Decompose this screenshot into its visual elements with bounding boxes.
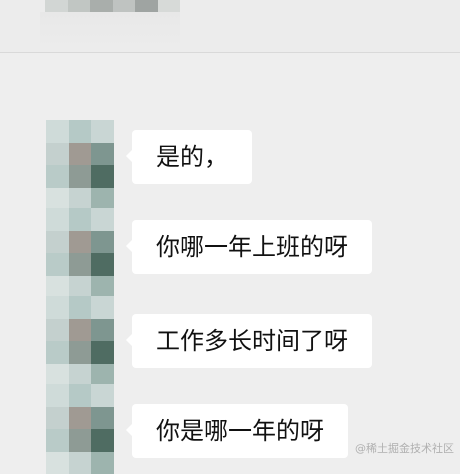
avatar-pixel	[69, 384, 92, 407]
avatar-pixel	[69, 120, 92, 143]
avatar-pixel	[91, 364, 114, 387]
avatar[interactable]	[46, 296, 114, 386]
avatar-pixel	[91, 429, 114, 452]
avatar-pixel	[46, 407, 69, 430]
message-text: 工作多长时间了呀	[156, 327, 348, 355]
avatar-pixel	[91, 296, 114, 319]
avatar-pixel	[46, 231, 69, 254]
avatar-pixel	[91, 276, 114, 299]
avatar-pixel	[69, 429, 92, 452]
avatar-pixel	[91, 188, 114, 211]
message-text: 你是哪一年的呀	[156, 417, 324, 445]
avatar-pixel	[46, 364, 69, 387]
message-text: 是的，	[156, 143, 228, 171]
avatar-pixel	[69, 253, 92, 276]
avatar-pixel	[69, 341, 92, 364]
avatar[interactable]	[46, 120, 114, 210]
avatar-pixel	[91, 452, 114, 474]
avatar-pixel	[46, 253, 69, 276]
avatar-pixel	[69, 407, 92, 430]
avatar-pixel	[46, 208, 69, 231]
previous-avatar-fragment	[45, 0, 180, 12]
avatar-pixel	[69, 319, 92, 342]
avatar-pixel	[91, 341, 114, 364]
avatar-pixel	[69, 208, 92, 231]
previous-message-area	[0, 0, 460, 53]
message-bubble[interactable]: 你哪一年上班的呀	[132, 220, 372, 274]
avatar-pixel	[91, 253, 114, 276]
avatar-pixel	[91, 407, 114, 430]
avatar-pixel	[69, 188, 92, 211]
avatar-pixel	[91, 231, 114, 254]
avatar-pixel	[91, 208, 114, 231]
avatar-pixel	[91, 319, 114, 342]
avatar-pixel	[46, 188, 69, 211]
message-bubble[interactable]: 你是哪一年的呀	[132, 404, 348, 458]
avatar-pixel	[91, 384, 114, 407]
avatar-pixel	[46, 319, 69, 342]
avatar-pixel	[46, 143, 69, 166]
avatar[interactable]	[46, 208, 114, 298]
watermark: @稀土掘金技术社区	[355, 440, 454, 456]
avatar-pixel	[69, 165, 92, 188]
avatar-pixel	[46, 296, 69, 319]
avatar-pixel	[46, 120, 69, 143]
avatar-pixel	[69, 452, 92, 474]
avatar-pixel	[46, 341, 69, 364]
avatar-pixel	[69, 364, 92, 387]
avatar-pixel	[69, 231, 92, 254]
avatar-pixel	[69, 143, 92, 166]
avatar-pixel	[91, 143, 114, 166]
avatar-pixel	[46, 384, 69, 407]
avatar-pixel	[46, 429, 69, 452]
avatar-pixel	[91, 120, 114, 143]
avatar-pixel	[69, 296, 92, 319]
avatar-pixel	[69, 276, 92, 299]
avatar-pixel	[91, 165, 114, 188]
message-bubble[interactable]: 是的，	[132, 130, 252, 184]
avatar-pixel	[46, 165, 69, 188]
avatar-pixel	[46, 452, 69, 474]
avatar-pixel	[46, 276, 69, 299]
message-text: 你哪一年上班的呀	[156, 233, 348, 261]
message-bubble[interactable]: 工作多长时间了呀	[132, 314, 372, 368]
avatar[interactable]	[46, 384, 114, 474]
previous-bubble-fragment	[40, 12, 180, 48]
